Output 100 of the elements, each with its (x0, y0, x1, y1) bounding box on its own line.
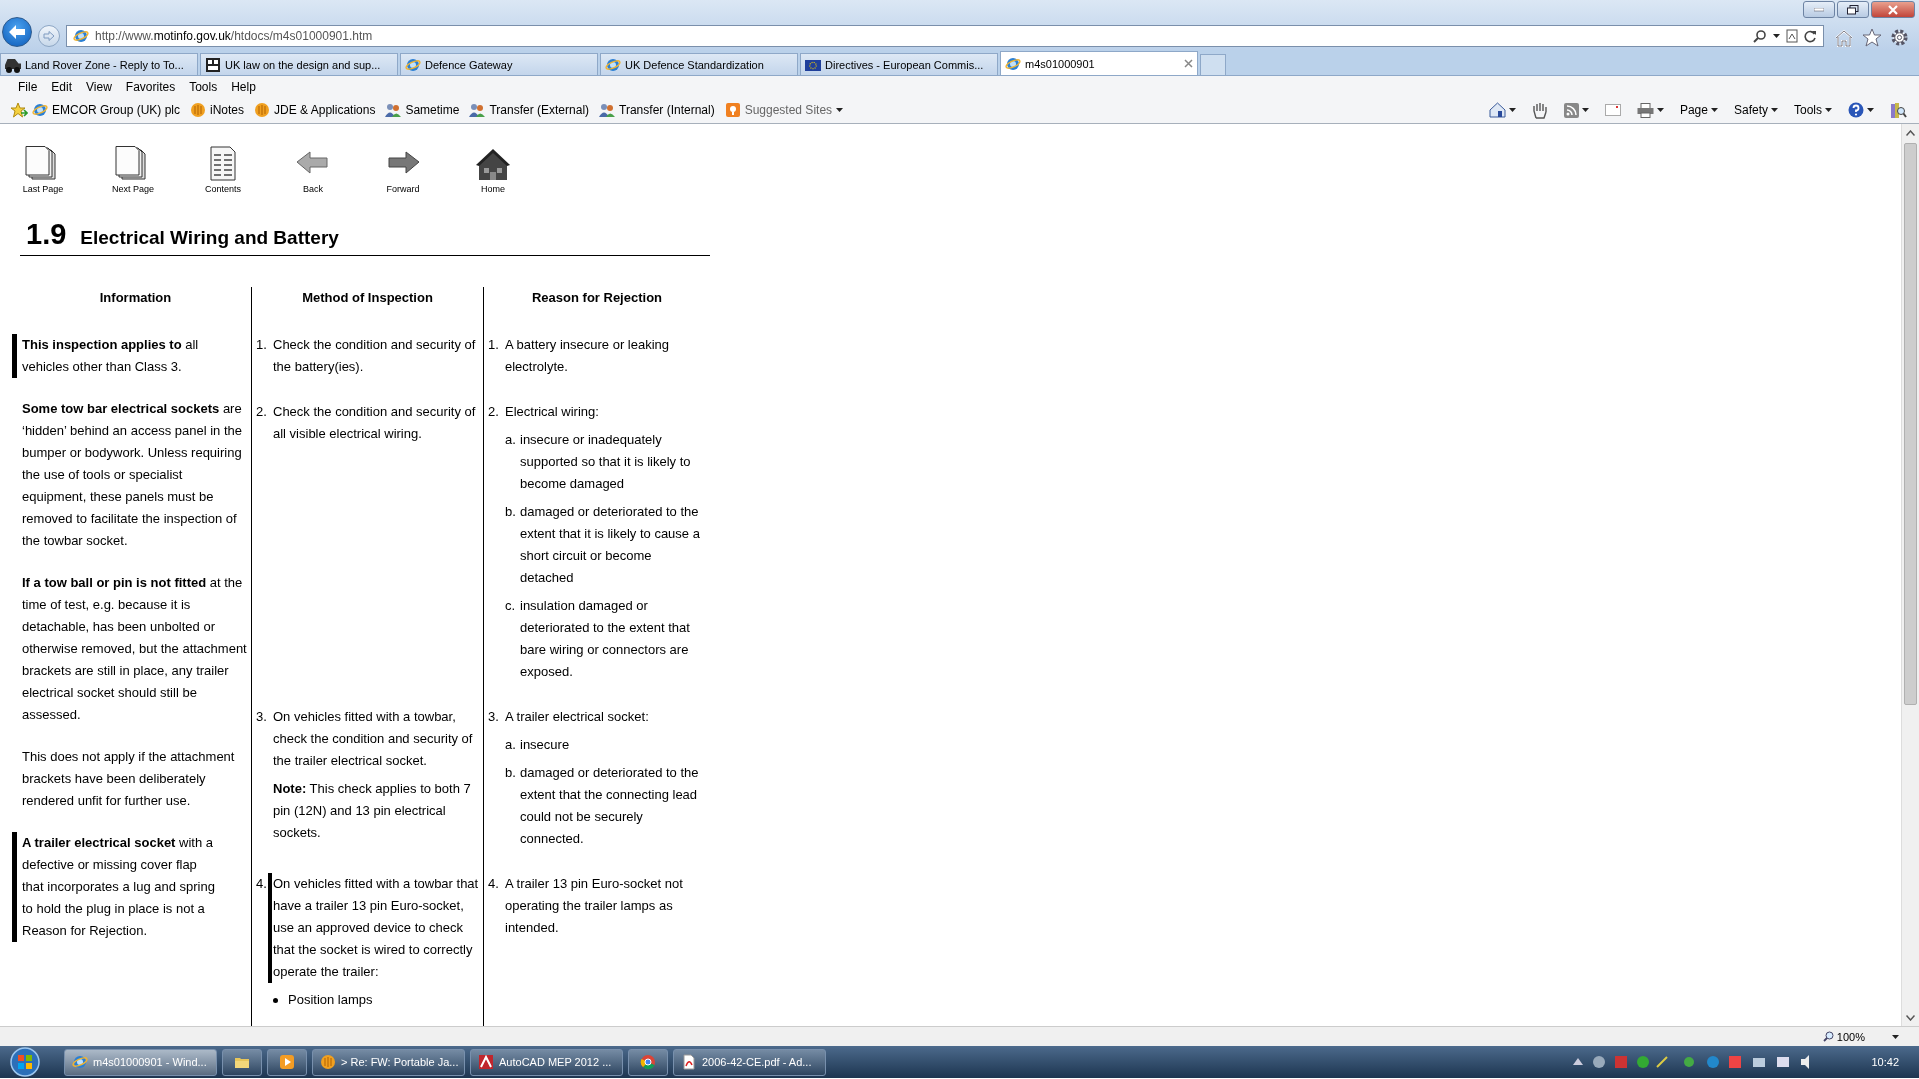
settings-icon[interactable] (1890, 28, 1909, 47)
browser-tab[interactable]: UK Defence Standardization (600, 53, 798, 75)
nav-link[interactable]: Next Page (88, 146, 178, 194)
browser-tab[interactable]: UK law on the design and sup... (200, 53, 398, 75)
menu-item[interactable]: Edit (44, 79, 80, 94)
grid-icon (205, 56, 221, 73)
nav-link[interactable]: Last Page (0, 146, 88, 194)
command-menu[interactable]: Page (1679, 103, 1718, 117)
restore-button[interactable] (1837, 1, 1869, 18)
globe-icon (72, 1054, 88, 1070)
star-icon[interactable] (1862, 28, 1882, 47)
column-header: Method of Inspection (251, 287, 483, 334)
menu-item[interactable]: File (11, 79, 45, 94)
home-icon[interactable] (1488, 102, 1506, 118)
taskbar-button[interactable] (222, 1048, 262, 1076)
nav-link[interactable]: Forward (358, 146, 448, 194)
reason-text: A battery insecure or leaking electrolyte. (505, 336, 671, 376)
bullet-text: Position lamps (288, 991, 373, 1009)
scroll-up-icon[interactable] (1906, 129, 1915, 136)
scrollbar[interactable] (1901, 124, 1919, 1026)
info-paragraph: This inspection applies to all vehicles other than Class 3. (12, 334, 247, 378)
info-paragraph: Some tow bar electrical sockets are ‘hidden’ behind an access panel in the bumper or bodywork. Unless requiring the use of tools or specialist equipment, these panels must be removed to facilitate the inspection of the towbar socket. (21, 400, 243, 550)
restore-icon[interactable] (1847, 4, 1859, 15)
method-text: Check the condition and security of the battery(ies). (273, 336, 477, 376)
item-letter: c. (505, 597, 517, 615)
column-header: Reason for Rejection (483, 287, 710, 334)
play-icon (279, 1054, 295, 1070)
info-paragraph: This does not apply if the attachment brackets have been deliberately rendered unfit for further use. (21, 748, 236, 810)
address-field[interactable]: http://www.motinfo.gov.uk/htdocs/m4s01000901.htm (66, 25, 1824, 47)
globe-icon (405, 56, 421, 73)
item-number: 3. (488, 708, 500, 726)
reason-text: insulation damaged or deteriorated to the extent that bare wiring or connectors are exposed. (520, 597, 691, 681)
item-letter: a. (505, 736, 517, 754)
app-icon (478, 1054, 494, 1070)
item-number: 3. (256, 708, 268, 726)
printer-icon[interactable] (1636, 102, 1654, 118)
reason-text: A trailer 13 pin Euro-socket not operating the trailer lamps as intended. (505, 875, 684, 937)
browser-tab[interactable]: m4s01000901 (1000, 51, 1198, 75)
globe-icon (73, 28, 89, 44)
zoom-level[interactable]: 100% (1836, 1030, 1865, 1043)
favorites-link[interactable]: JDE & Applications (254, 102, 376, 118)
taskbar-button[interactable]: > Re: FW: Portable Ja... (312, 1048, 465, 1076)
browser-tab[interactable]: Defence Gateway (400, 53, 598, 75)
menu-item[interactable]: View (79, 79, 119, 94)
people-icon (599, 102, 616, 118)
info-paragraph: A trailer electrical socket with a defective or missing cover flap that incorporates a lug and spring to hold the plug in place is not a Reason for Rejection. (12, 832, 247, 942)
note-text: Note: This check applies to both 7 pin (12N) and 13 pin electrical sockets. (273, 780, 472, 842)
people-icon (385, 102, 402, 118)
close-icon[interactable] (1184, 59, 1193, 68)
hand-icon[interactable] (1531, 101, 1548, 119)
taskbar-button[interactable]: 2006-42-CE.pdf - Ad... (673, 1048, 826, 1076)
caret-icon (1867, 108, 1874, 112)
taskbar-button[interactable] (628, 1048, 668, 1076)
section-title: Electrical Wiring and Battery (80, 227, 339, 249)
command-menu[interactable]: Safety (1733, 103, 1778, 117)
item-letter: a. (505, 431, 517, 449)
tile-icon (724, 102, 741, 118)
menu-item[interactable]: Tools (182, 79, 225, 94)
globe-icon (32, 102, 48, 118)
favorites-link[interactable]: iNotes (190, 102, 245, 118)
nav-link[interactable]: Contents (178, 146, 268, 194)
favorites-star-icon[interactable] (10, 102, 28, 118)
scroll-thumb[interactable] (1904, 143, 1917, 705)
caret-icon (1825, 108, 1832, 112)
back-arrow-icon[interactable] (8, 24, 26, 40)
back-button[interactable] (2, 17, 32, 47)
item-letter: b. (505, 764, 517, 782)
method-text: On vehicles fitted with a towbar, check the condition and security of the trailer electrical socket. (273, 708, 474, 770)
favorites-link[interactable]: Suggested Sites (724, 102, 844, 118)
nav-link[interactable]: Back (268, 146, 358, 194)
refresh-icon[interactable] (1804, 29, 1817, 43)
favorites-link[interactable]: Sametime (385, 102, 460, 118)
favorites-link[interactable]: Transfer (Internal) (599, 102, 715, 118)
search-icon[interactable] (1753, 29, 1767, 43)
browser-tab[interactable]: Directives - European Commis... (800, 53, 998, 75)
item-number: 1. (488, 336, 500, 354)
car-icon (5, 56, 21, 73)
menu-item[interactable]: Favorites (118, 79, 183, 94)
reason-text: Electrical wiring: (505, 403, 599, 421)
nav-link[interactable]: Home (448, 146, 538, 194)
compatibility-icon[interactable] (1786, 29, 1798, 43)
favorites-link[interactable]: EMCOR Group (UK) plc (32, 102, 181, 118)
research-icon[interactable] (1890, 101, 1907, 119)
favorites-link[interactable]: Transfer (External) (469, 102, 590, 118)
method-text: Check the condition and security of all visible electrical wiring. (273, 403, 477, 443)
menu-item[interactable]: Help (224, 79, 263, 94)
command-menu[interactable]: Tools (1794, 103, 1832, 117)
help-icon[interactable] (1848, 102, 1864, 118)
reason-text: damaged or deteriorated to the extent that it is likely to cause a short circuit or become detached (520, 503, 701, 587)
item-number: 4. (256, 875, 268, 893)
document-icon (681, 1054, 697, 1070)
browser-tab[interactable]: Land Rover Zone - Reply to To... (0, 53, 198, 75)
feed-icon[interactable] (1563, 102, 1579, 118)
close-button[interactable] (1871, 1, 1915, 18)
caret-icon (836, 108, 844, 112)
taskbar-button[interactable] (267, 1048, 307, 1076)
scroll-down-icon[interactable] (1906, 1014, 1915, 1021)
caret-icon (1710, 108, 1718, 112)
people-icon (469, 102, 486, 118)
taskbar-button[interactable]: AutoCAD MEP 2012 ... (470, 1048, 623, 1076)
